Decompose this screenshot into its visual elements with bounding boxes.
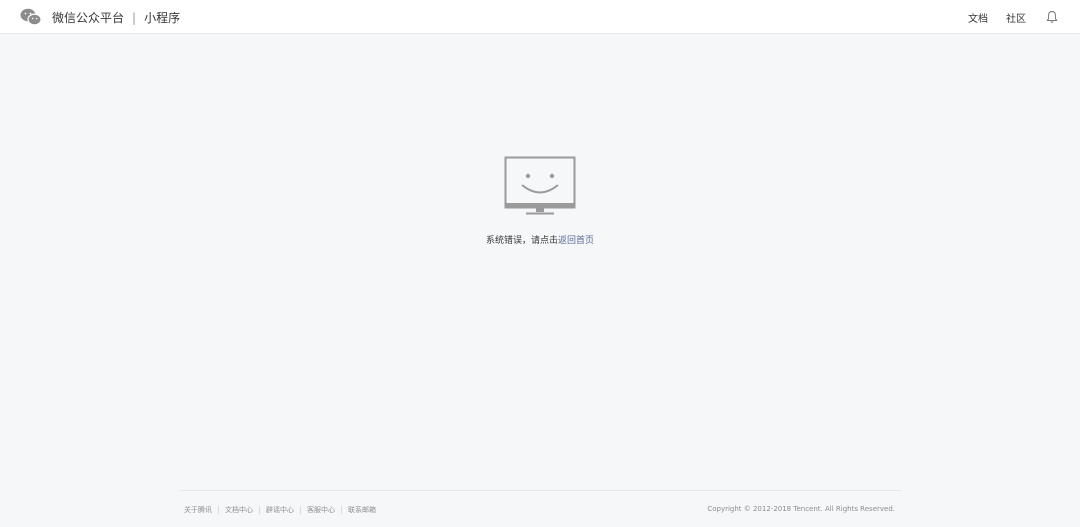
top-header: 微信公众平台 | 小程序 文档 社区 — [0, 0, 1080, 34]
footer-divider — [259, 506, 260, 514]
footer: 关于腾讯 文档中心 辟谣中心 客服中心 联系邮箱 Copyright © 201… — [180, 490, 901, 520]
brand-separator: | — [132, 10, 137, 25]
footer-divider — [218, 506, 219, 514]
footer-link-about-tencent[interactable]: 关于腾讯 — [184, 505, 212, 515]
community-link[interactable]: 社区 — [1006, 10, 1026, 25]
product-name: 小程序 — [144, 10, 181, 25]
error-message: 系统错误，请点击返回首页 — [0, 233, 1080, 246]
footer-links: 关于腾讯 文档中心 辟谣中心 客服中心 联系邮箱 — [184, 505, 376, 515]
footer-link-rumor-center[interactable]: 辟谣中心 — [266, 505, 294, 515]
brand-title[interactable]: 微信公众平台 | 小程序 — [52, 9, 180, 26]
footer-divider — [341, 506, 342, 514]
docs-link[interactable]: 文档 — [968, 10, 988, 25]
wechat-icon[interactable] — [20, 8, 42, 26]
logo-area[interactable]: 微信公众平台 | 小程序 — [20, 8, 180, 26]
footer-link-docs-center[interactable]: 文档中心 — [225, 505, 253, 515]
smiling-monitor-icon — [504, 156, 576, 215]
return-home-link[interactable]: 返回首页 — [558, 236, 594, 246]
bell-icon[interactable] — [1046, 10, 1058, 24]
error-text: 系统错误，请点击 — [485, 236, 558, 246]
footer-link-contact-email[interactable]: 联系邮箱 — [348, 505, 376, 515]
footer-link-service-center[interactable]: 客服中心 — [307, 505, 335, 515]
brand-name: 微信公众平台 — [52, 10, 125, 25]
footer-divider — [300, 506, 301, 514]
copyright-text: Copyright © 2012-2018 Tencent. All Right… — [707, 505, 895, 513]
header-nav: 文档 社区 — [950, 9, 1058, 25]
